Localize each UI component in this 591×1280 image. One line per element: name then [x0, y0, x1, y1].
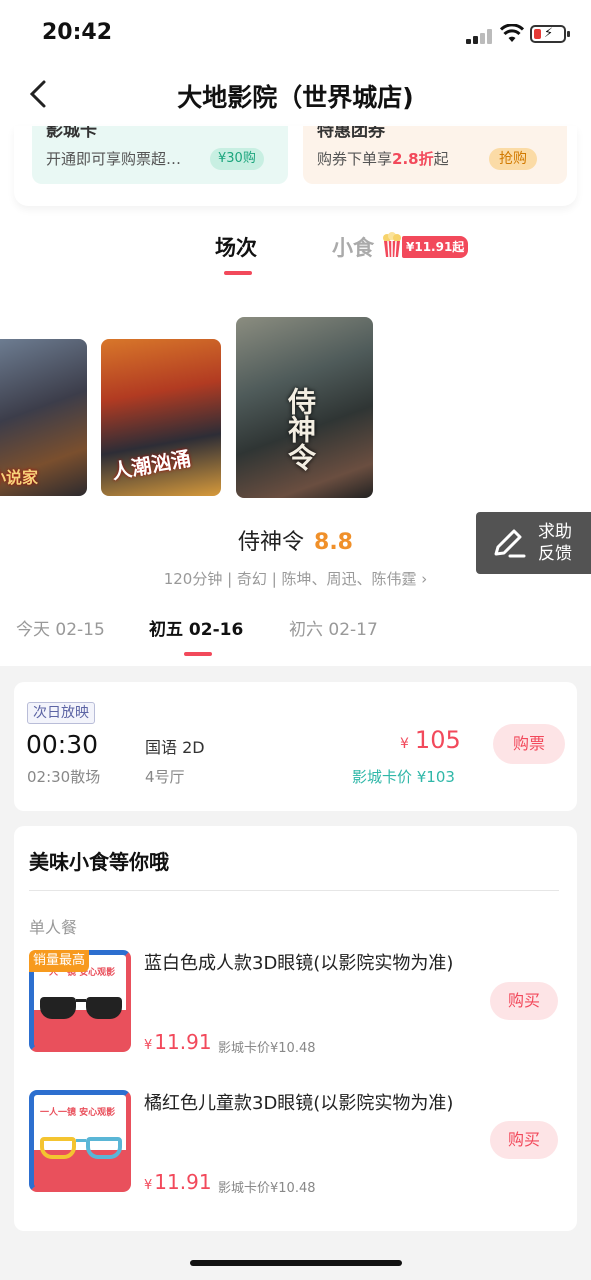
signal-icon	[466, 28, 494, 44]
end-time: 02:30散场	[27, 768, 101, 786]
tab-active-indicator	[224, 271, 252, 275]
best-seller-badge: 销量最高	[29, 950, 90, 972]
divider	[29, 890, 559, 891]
snack-member-price: 影城卡价¥10.48	[218, 1181, 316, 1196]
coupon-promo[interactable]: 特惠团券 购券下单享2.8折起 抢购	[303, 126, 567, 184]
popcorn-icon	[383, 232, 401, 258]
movie-score: 8.8	[314, 530, 353, 555]
movie-poster[interactable]: 人潮汹涌	[101, 339, 221, 496]
status-time: 20:42	[42, 20, 113, 45]
promo-title: 影城卡	[46, 126, 97, 141]
hall-number: 4号厅	[145, 768, 185, 786]
poster-title: 侍神令	[284, 387, 317, 471]
nav-bar: 大地影院（世界城店)	[0, 66, 591, 126]
movie-title: 侍神令 8.8	[238, 530, 353, 555]
language-format: 国语 2D	[145, 738, 205, 757]
date-active-indicator	[184, 652, 212, 656]
buy-snack-button[interactable]: 购买	[490, 1121, 558, 1159]
snack-section: 美味小食等你哦 单人餐 一人一镜 安心观影 销量最高 蓝白色成人款3D眼镜(以影…	[14, 826, 577, 1231]
date-tab[interactable]: 初六 02-17	[289, 615, 378, 640]
member-card-price: 影城卡价 ¥103	[352, 768, 455, 786]
battery-icon: ⚡	[530, 25, 570, 43]
buy-snack-button[interactable]: 购买	[490, 982, 558, 1020]
buy-ticket-button[interactable]: 购票	[493, 724, 565, 764]
status-bar: 20:42 ⚡	[0, 0, 591, 66]
poster-title: 人潮汹涌	[109, 446, 193, 484]
next-day-badge: 次日放映	[27, 702, 95, 724]
movie-meta[interactable]: 120分钟 | 奇幻 | 陈坤、周迅、陈伟霆 ›	[0, 568, 591, 589]
home-indicator[interactable]	[190, 1260, 402, 1266]
snack-image[interactable]: 一人一镜 安心观影	[29, 1090, 131, 1192]
movie-poster-selected[interactable]: 侍神令	[236, 317, 373, 498]
showtime-card[interactable]: 次日放映 00:30 02:30散场 国语 2D 4号厅 ¥105 影城卡价 ¥…	[14, 682, 577, 811]
snack-member-price: 影城卡价¥10.48	[218, 1041, 316, 1056]
snack-price: ¥11.91	[144, 1030, 212, 1054]
promo-price-button[interactable]: ¥30购	[210, 148, 264, 170]
membership-card-promo[interactable]: 影城卡 开通即可享购票超… ¥30购	[32, 126, 288, 184]
date-tab-today[interactable]: 今天 02-15	[16, 615, 105, 640]
promo-title: 特惠团券	[317, 126, 385, 141]
start-time: 00:30	[26, 730, 99, 759]
snack-heading: 美味小食等你哦	[29, 850, 169, 874]
promo-description: 开通即可享购票超…	[46, 150, 182, 168]
discount-highlight: 2.8折	[392, 150, 434, 168]
movie-poster[interactable]: 小说家	[0, 339, 87, 496]
snack-category: 单人餐	[29, 918, 78, 937]
snack-price: ¥11.91	[144, 1170, 212, 1194]
poster-title: 小说家	[0, 468, 39, 487]
ticket-price: ¥105	[400, 726, 461, 754]
page-title: 大地影院（世界城店)	[177, 83, 414, 112]
date-tab-selected[interactable]: 初五 02-16	[149, 615, 243, 640]
promo-description: 购券下单享2.8折起	[317, 150, 449, 168]
snack-name: 橘红色儿童款3D眼镜(以影院实物为准)	[144, 1093, 454, 1114]
tab-snacks[interactable]: 小食	[332, 232, 374, 262]
tab-showtimes[interactable]: 场次	[215, 232, 257, 262]
grab-button[interactable]: 抢购	[489, 148, 537, 170]
promo-section: 影城卡 开通即可享购票超… ¥30购 特惠团券 购券下单享2.8折起 抢购	[14, 126, 577, 206]
snack-price-badge: ¥11.91起	[402, 236, 469, 258]
wifi-icon	[500, 24, 524, 42]
snack-name: 蓝白色成人款3D眼镜(以影院实物为准)	[144, 953, 454, 974]
